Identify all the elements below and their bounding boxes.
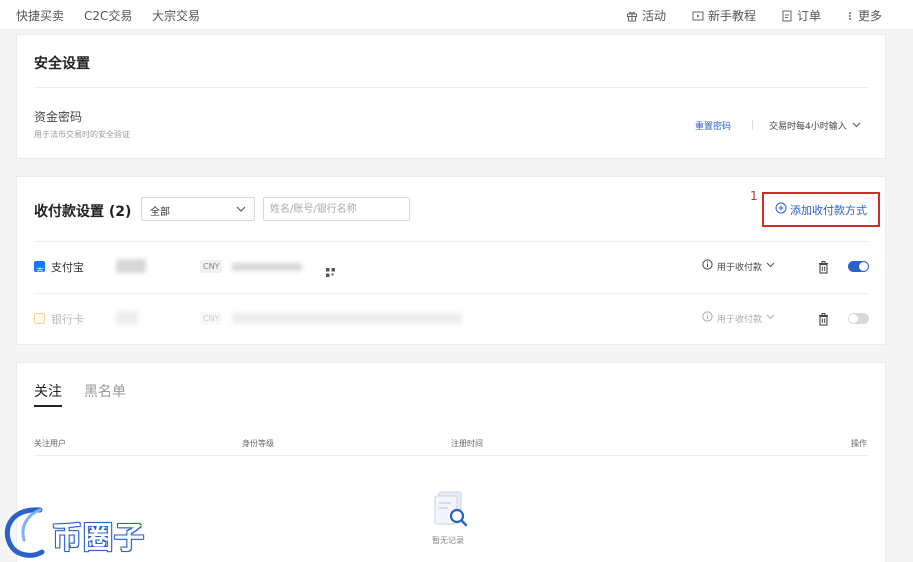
document-icon (781, 10, 793, 22)
chevron-down-icon (766, 261, 775, 271)
nav-orders-label: 订单 (797, 9, 822, 23)
blurred-account-number (232, 263, 302, 271)
add-payment-method-button[interactable]: 添加收付款方式 (762, 192, 880, 227)
blurred-account-name (116, 259, 146, 273)
nav-more-label: 更多 (858, 9, 883, 23)
divider (34, 87, 868, 88)
usage-select[interactable]: 用于收付款 (702, 259, 775, 273)
payment-title: 收付款设置 (2) (34, 204, 132, 220)
chevron-down-icon (766, 313, 775, 323)
nav-activity[interactable]: 活动 (626, 7, 666, 24)
nav-more[interactable]: 更多 (846, 7, 882, 24)
filter-value: 全部 (150, 207, 170, 218)
currency-badge: CNY (200, 260, 223, 273)
payment-filter-select[interactable]: 全部 (141, 197, 255, 221)
chevron-down-icon (236, 205, 246, 216)
frequency-value: 交易时每4小时输入 (769, 122, 847, 132)
chevron-down-icon (852, 121, 861, 131)
top-nav: 快捷买卖 C2C交易 大宗交易 活动 新手教程 订单 更多 (0, 0, 913, 30)
divider (34, 455, 868, 456)
plus-circle-icon (775, 202, 787, 217)
payment-row-bank-card: 银行卡 CNY 用于收付款 (34, 307, 868, 331)
column-header-level: 身份等级 (242, 439, 274, 448)
payment-search-input[interactable] (263, 197, 410, 221)
usage-label: 用于收付款 (717, 314, 763, 325)
trash-icon[interactable] (818, 311, 829, 330)
info-icon (702, 259, 713, 273)
blurred-account-name (116, 311, 138, 325)
add-payment-label: 添加收付款方式 (790, 203, 867, 217)
divider (752, 120, 753, 130)
annotation-number: 1 (750, 189, 758, 203)
more-dots-icon (846, 10, 854, 22)
payment-row-alipay: 支 支付宝 CNY 用于收付款 (34, 255, 869, 281)
blurred-account-number (232, 313, 462, 324)
nav-block-trade[interactable]: 大宗交易 (152, 7, 200, 24)
divider (34, 293, 868, 294)
active-tab-indicator (34, 405, 62, 407)
nav-quick-trade[interactable]: 快捷买卖 (16, 7, 64, 24)
gift-icon (626, 10, 638, 22)
column-header-user: 关注用户 (34, 439, 66, 448)
tab-blacklist[interactable]: 黑名单 (84, 381, 126, 401)
divider (34, 241, 868, 242)
usage-select[interactable]: 用于收付款 (702, 311, 775, 325)
info-icon (702, 311, 713, 325)
svg-text:支: 支 (36, 266, 44, 276)
qr-code-icon[interactable] (326, 262, 335, 281)
nav-activity-label: 活动 (642, 9, 667, 23)
watermark-text: 币圈子 (52, 521, 145, 556)
payment-enabled-toggle[interactable] (848, 261, 869, 272)
password-frequency-select[interactable]: 交易时每4小时输入 (769, 119, 861, 132)
column-header-action: 操作 (851, 439, 867, 448)
nav-orders[interactable]: 订单 (781, 7, 821, 24)
payment-card: 收付款设置 (2) 全部 1 添加收付款方式 支 支付宝 CNY 用于收付款 (16, 176, 886, 345)
column-header-register-time: 注册时间 (451, 439, 483, 448)
security-title: 安全设置 (34, 56, 90, 72)
toggle-knob (849, 314, 858, 323)
nav-tutorial-label: 新手教程 (708, 9, 757, 23)
bank-card-icon (34, 313, 45, 324)
alipay-icon: 支 (34, 261, 45, 276)
trash-icon[interactable] (818, 259, 829, 278)
nav-tutorial[interactable]: 新手教程 (692, 7, 756, 24)
toggle-knob (859, 262, 868, 271)
reset-password-link[interactable]: 重置密码 (695, 119, 731, 132)
security-card: 安全设置 资金密码 用于法币交易时的安全验证 重置密码 交易时每4小时输入 (16, 34, 886, 159)
nav-c2c-trade[interactable]: C2C交易 (84, 7, 132, 24)
video-icon (692, 10, 704, 22)
fund-password-desc: 用于法币交易时的安全验证 (34, 130, 130, 139)
empty-search-icon (433, 490, 471, 534)
fund-password-label: 资金密码 (34, 110, 83, 124)
tab-following[interactable]: 关注 (34, 381, 62, 401)
payment-method-name: 银行卡 (51, 313, 84, 326)
payment-method-name: 支付宝 (51, 261, 84, 274)
empty-state-text: 暂无记录 (432, 536, 464, 545)
usage-label: 用于收付款 (717, 262, 763, 273)
currency-badge: CNY (200, 312, 223, 325)
payment-enabled-toggle[interactable] (848, 313, 869, 324)
